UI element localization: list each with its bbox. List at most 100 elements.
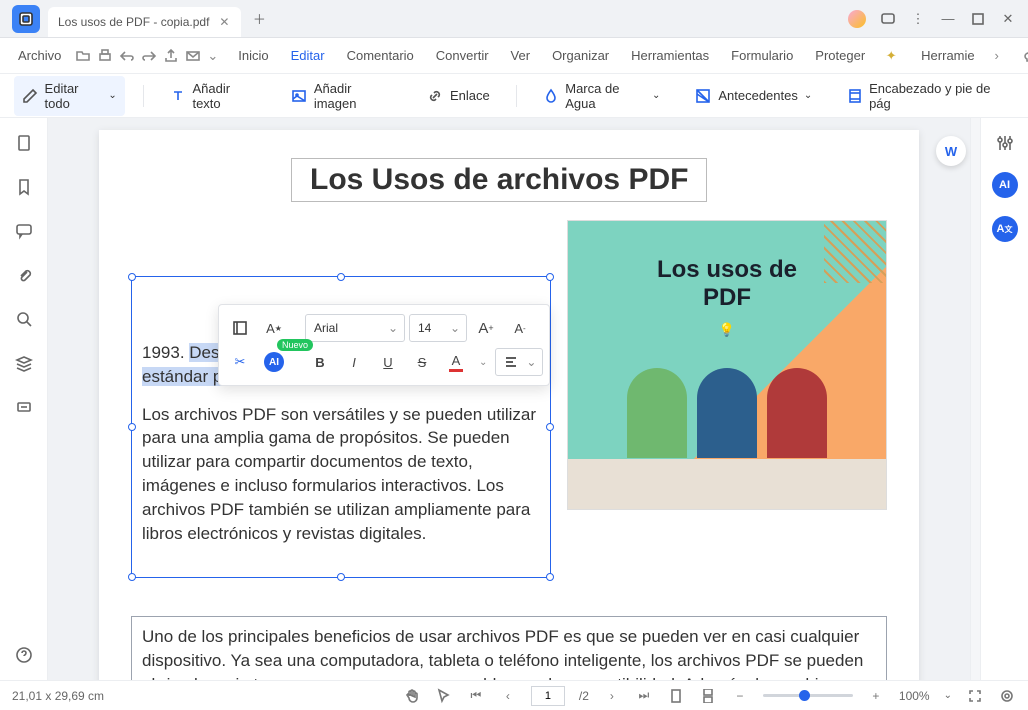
dropdown-icon[interactable]: ⌄ [207,44,218,68]
mail-icon[interactable] [185,44,201,68]
menu-organizar[interactable]: Organizar [544,44,617,67]
minimize-icon[interactable]: — [940,11,956,27]
chevron-down-icon[interactable]: ⌄ [944,690,952,701]
properties-icon[interactable] [225,313,255,343]
page-number-input[interactable] [531,686,565,706]
zoom-in-icon[interactable]: + [867,687,885,705]
close-window-icon[interactable]: ✕ [1000,11,1016,27]
edit-all-button[interactable]: Editar todo ⌄ [14,76,125,116]
continuous-page-icon[interactable] [699,687,717,705]
menu-editar[interactable]: Editar [283,44,333,67]
resize-handle[interactable] [128,573,136,581]
menu-formulario[interactable]: Formulario [723,44,801,67]
paragraph-2: Los archivos PDF son versátiles y se pue… [142,403,540,546]
font-color-icon[interactable]: A [441,347,471,377]
background-button[interactable]: Antecedentes ⌄ [686,82,820,110]
edit-toolbar: Editar todo ⌄ Añadir texto Añadir imagen… [0,74,1028,118]
fit-page-icon[interactable] [966,687,984,705]
decoration [824,220,887,283]
layers-icon[interactable] [13,352,35,374]
watermark-button[interactable]: Marca de Agua ⌄ [535,76,669,116]
person-1 [627,368,687,458]
next-page-icon[interactable]: › [603,687,621,705]
resize-handle[interactable] [128,273,136,281]
document-tab[interactable]: Los usos de PDF - copia.pdf ✕ [48,7,241,37]
bookmark-icon[interactable] [13,176,35,198]
last-page-icon[interactable]: ⏭ [635,687,653,705]
comment-icon[interactable] [13,220,35,242]
menu-comentario[interactable]: Comentario [339,44,422,67]
help-icon[interactable] [13,644,35,666]
add-image-button[interactable]: Añadir imagen [283,76,400,116]
print-icon[interactable] [97,44,113,68]
sparkle-icon[interactable]: ✦ [879,44,903,68]
redo-icon[interactable] [141,44,157,68]
close-tab-icon[interactable]: ✕ [217,15,231,29]
resize-handle[interactable] [128,423,136,431]
underline-icon[interactable]: U [373,347,403,377]
decrease-font-icon[interactable]: A- [505,313,535,343]
hand-tool-icon[interactable] [403,687,421,705]
chevron-right-icon[interactable]: › [985,44,1009,68]
file-menu[interactable]: Archivo [10,44,69,67]
cloud-icon[interactable] [1019,44,1028,68]
kebab-menu-icon[interactable]: ⋮ [910,11,926,27]
vertical-scrollbar[interactable] [970,118,980,680]
text-box-2[interactable]: Uno de los principales beneficios de usa… [131,616,887,680]
increase-font-icon[interactable]: A+ [471,313,501,343]
maximize-icon[interactable] [970,11,986,27]
add-tab-button[interactable]: ＋ [245,5,273,33]
document-title[interactable]: Los Usos de archivos PDF [291,158,707,202]
first-page-icon[interactable]: ⏮ [467,687,485,705]
menu-ver[interactable]: Ver [503,44,539,67]
chevron-down-icon[interactable]: ⌄ [475,357,491,368]
add-text-button[interactable]: Añadir texto [162,76,265,116]
select-tool-icon[interactable] [435,687,453,705]
prev-page-icon[interactable]: ‹ [499,687,517,705]
header-footer-button[interactable]: Encabezado y pie de pág [838,76,1014,116]
attachment-icon[interactable] [13,264,35,286]
user-avatar[interactable] [848,10,866,28]
link-label: Enlace [450,88,490,103]
zoom-slider[interactable] [763,694,853,697]
font-size-select[interactable]: 14 [409,314,467,342]
resize-handle[interactable] [546,273,554,281]
separator [516,85,517,107]
chat-icon[interactable] [880,11,896,27]
resize-handle[interactable] [546,423,554,431]
bold-icon[interactable]: B [305,347,335,377]
word-export-button[interactable]: W [936,136,966,166]
menu-proteger[interactable]: Proteger [807,44,873,67]
resize-handle[interactable] [337,273,345,281]
document-canvas[interactable]: Los Usos de archivos PDF 1993. Desde ent… [48,118,970,680]
image-title-1: Los usos de [657,256,797,284]
align-select[interactable] [495,348,543,376]
menu-convertir[interactable]: Convertir [428,44,497,67]
strikethrough-icon[interactable]: S [407,347,437,377]
ai-panel-icon[interactable]: AI [992,172,1018,198]
menu-overflow[interactable]: Herramie [913,44,974,67]
single-page-icon[interactable] [667,687,685,705]
open-icon[interactable] [75,44,91,68]
resize-handle[interactable] [546,573,554,581]
cut-icon[interactable]: ✂ [225,347,255,377]
italic-icon[interactable]: I [339,347,369,377]
read-mode-icon[interactable] [998,687,1016,705]
resize-handle[interactable] [337,573,345,581]
background-icon [694,87,712,105]
zoom-out-icon[interactable]: − [731,687,749,705]
menu-inicio[interactable]: Inicio [230,44,276,67]
menu-herramientas[interactable]: Herramientas [623,44,717,67]
translate-panel-icon[interactable]: A文 [992,216,1018,242]
form-field-icon[interactable] [13,396,35,418]
font-select[interactable]: Arial [305,314,405,342]
ai-button[interactable]: AI Nuevo [259,347,289,377]
undo-icon[interactable] [119,44,135,68]
page-thumbnail-icon[interactable] [13,132,35,154]
link-button[interactable]: Enlace [418,82,498,110]
settings-panel-icon[interactable] [994,132,1016,154]
share-icon[interactable] [163,44,179,68]
search-icon[interactable] [13,308,35,330]
menubar: Archivo ⌄ Inicio Editar Comentario Conve… [0,38,1028,74]
embedded-image[interactable]: Los usos de PDF 💡 [567,220,887,510]
